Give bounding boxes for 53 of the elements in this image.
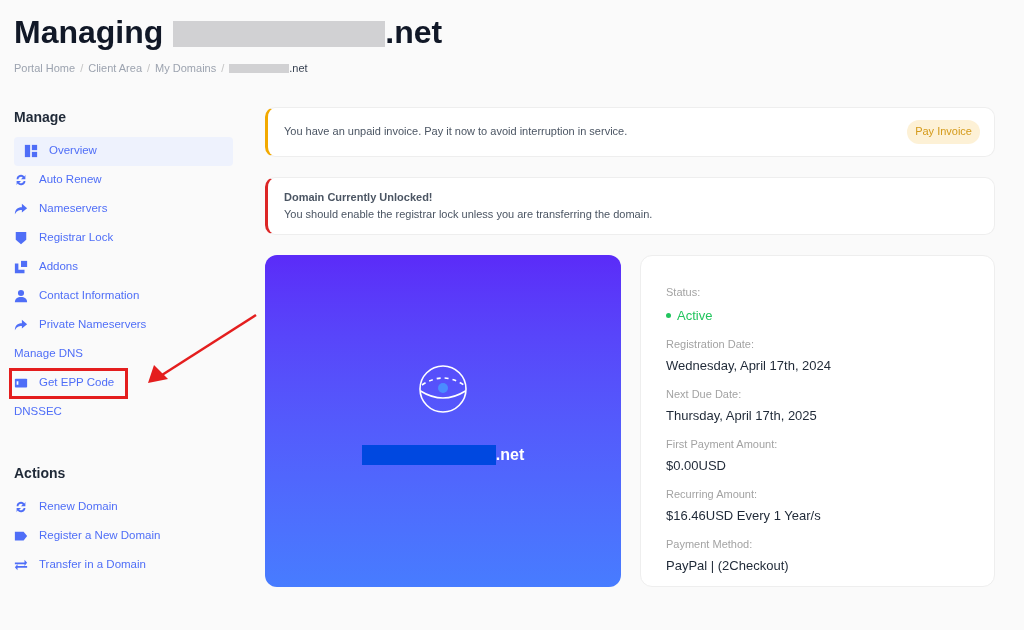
refresh-icon bbox=[14, 500, 28, 514]
detail-label: Recurring Amount: bbox=[666, 486, 759, 502]
sidebar-item[interactable]: Overview bbox=[14, 136, 233, 166]
detail-value: $0.00USD bbox=[666, 457, 727, 475]
detail-label: Registration Date: bbox=[666, 336, 756, 352]
detail-label: Payment Method: bbox=[666, 536, 754, 552]
sidebar-item[interactable]: Contact Information bbox=[14, 285, 140, 307]
globe-icon bbox=[419, 364, 467, 413]
domain-name: .net bbox=[495, 444, 525, 465]
refresh-icon bbox=[14, 173, 28, 187]
sidebar-item[interactable]: Manage DNS bbox=[14, 343, 84, 365]
shield-icon bbox=[14, 231, 28, 245]
breadcrumb-link[interactable]: My Domains bbox=[155, 60, 217, 77]
breadcrumb-link[interactable]: Client Area bbox=[88, 60, 142, 77]
detail-label: Next Due Date: bbox=[666, 386, 743, 402]
section-heading: Manage bbox=[14, 107, 68, 127]
detail-label: Status: bbox=[666, 284, 702, 300]
transfer-icon bbox=[14, 558, 28, 572]
share-arrow-icon bbox=[14, 318, 28, 332]
breadcrumb-current: .net bbox=[289, 61, 308, 76]
pay-invoice-button[interactable]: Pay Invoice bbox=[907, 119, 980, 144]
sidebar-item[interactable]: Private Nameservers bbox=[14, 314, 147, 336]
sidebar-item[interactable]: Register a New Domain bbox=[14, 525, 161, 547]
addons-icon bbox=[14, 260, 28, 274]
detail-value: PayPal | (2Checkout) bbox=[666, 557, 790, 575]
sidebar-item[interactable]: Renew Domain bbox=[14, 496, 118, 518]
breadcrumb-separator: / bbox=[147, 61, 151, 76]
detail-value: Wednesday, April 17th, 2024 bbox=[666, 357, 833, 375]
page-title: Managing bbox=[14, 13, 164, 52]
breadcrumb-link[interactable]: Portal Home bbox=[14, 60, 76, 77]
detail-label: First Payment Amount: bbox=[666, 436, 779, 452]
sidebar-item[interactable]: Nameservers bbox=[14, 198, 108, 220]
breadcrumb-separator: / bbox=[80, 61, 84, 76]
status-text: Active bbox=[677, 307, 713, 325]
section-heading: Actions bbox=[14, 463, 67, 483]
alert-message: You have an unpaid invoice. Pay it now to avoid interruption in service. bbox=[284, 124, 629, 140]
tag-icon bbox=[14, 529, 28, 543]
alert-message: You should enable the registrar lock unless you are transferring the domain. bbox=[284, 206, 654, 222]
sidebar-item[interactable]: Addons bbox=[14, 256, 78, 278]
alert-title: Domain Currently Unlocked! bbox=[284, 190, 434, 205]
sidebar-item[interactable]: Registrar Lock bbox=[14, 227, 114, 249]
detail-value: Thursday, April 17th, 2025 bbox=[666, 407, 818, 425]
user-icon bbox=[14, 289, 28, 303]
sidebar-item[interactable]: Auto Renew bbox=[14, 169, 102, 191]
page-title: .net bbox=[385, 13, 443, 52]
sidebar-item[interactable]: DNSSEC bbox=[14, 401, 62, 423]
share-arrow-icon bbox=[14, 202, 28, 216]
breadcrumb-separator: / bbox=[221, 61, 225, 76]
detail-value: $16.46USD Every 1 Year/s bbox=[666, 507, 822, 525]
id-card-icon bbox=[14, 376, 28, 390]
sidebar-item[interactable]: Get EPP Code bbox=[14, 372, 115, 394]
overview-icon bbox=[24, 144, 38, 158]
sidebar-item[interactable]: Transfer in a Domain bbox=[14, 554, 146, 576]
